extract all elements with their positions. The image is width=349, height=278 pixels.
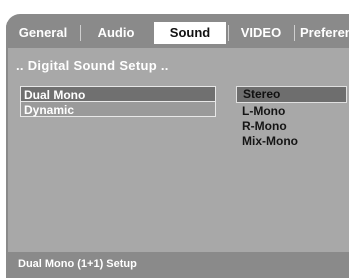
tab-video[interactable]: VIDEO	[228, 22, 294, 44]
status-text: Dual Mono (1+1) Setup	[18, 258, 137, 270]
option-dynamic[interactable]: Dynamic	[20, 102, 216, 117]
setup-frame: General Audio Sound VIDEO Preferen .. Di…	[6, 14, 349, 278]
options-list: Dual Mono Dynamic	[20, 86, 216, 117]
page-title: .. Digital Sound Setup ..	[16, 58, 169, 73]
value-stereo[interactable]: Stereo	[236, 86, 347, 103]
dvd-setup-screen: General Audio Sound VIDEO Preferen .. Di…	[0, 0, 349, 278]
value-mix-mono[interactable]: Mix-Mono	[236, 134, 347, 149]
value-r-mono[interactable]: R-Mono	[236, 119, 347, 134]
tab-sound[interactable]: Sound	[154, 22, 226, 44]
tab-audio[interactable]: Audio	[80, 22, 152, 44]
option-dual-mono[interactable]: Dual Mono	[20, 86, 216, 102]
tab-general[interactable]: General	[6, 22, 80, 44]
tab-preferences[interactable]: Preferen	[294, 22, 349, 44]
value-l-mono[interactable]: L-Mono	[236, 104, 347, 119]
value-list: Stereo L-Mono R-Mono Mix-Mono	[236, 86, 347, 149]
status-bar: Dual Mono (1+1) Setup	[8, 252, 349, 278]
content-panel: .. Digital Sound Setup .. Dual Mono Dyna…	[8, 48, 349, 274]
tab-bar: General Audio Sound VIDEO Preferen	[6, 22, 349, 44]
